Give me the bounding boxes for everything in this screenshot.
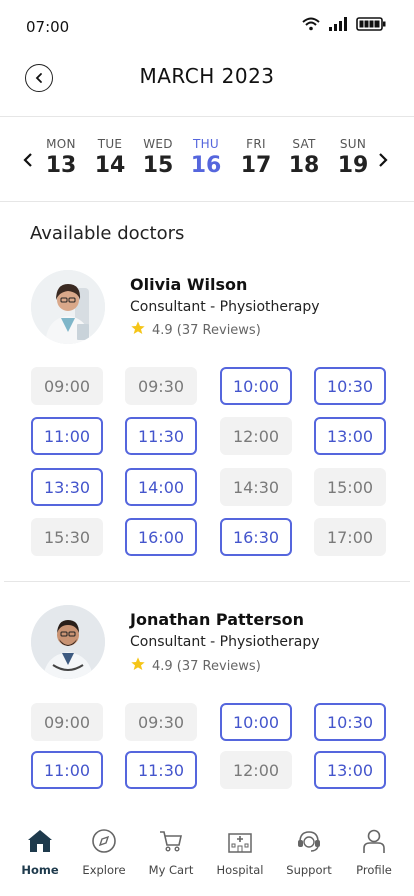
battery-icon — [356, 16, 386, 35]
time-slot-button: 15:00 — [314, 468, 386, 506]
date-number: 19 — [337, 153, 369, 178]
nav-item-home[interactable]: Home — [9, 828, 71, 877]
time-slot-button: 09:30 — [125, 367, 197, 405]
nav-label: Hospital — [216, 863, 264, 877]
signal-icon — [329, 16, 347, 35]
rating-text: 4.9 (37 Reviews) — [152, 658, 261, 674]
date-item-fri[interactable]: FRI 17 — [236, 137, 276, 178]
time-slot-button[interactable]: 16:00 — [125, 518, 197, 556]
star-icon — [130, 656, 146, 676]
time-slot-button[interactable]: 16:30 — [220, 518, 292, 556]
date-number: 13 — [45, 153, 77, 178]
nav-item-support[interactable]: Support — [278, 828, 340, 877]
date-item-sat[interactable]: SAT 18 — [284, 137, 324, 178]
date-day-label: WED — [143, 137, 173, 151]
doctor-rating: 4.9 (37 Reviews) — [130, 320, 261, 340]
next-week-button[interactable] — [377, 149, 389, 173]
time-slot-button: 09:30 — [125, 703, 197, 741]
nav-label: Explore — [82, 863, 126, 877]
header: MARCH 2023 — [0, 50, 414, 117]
nav-label: Home — [21, 863, 59, 877]
section-title: Available doctors — [30, 223, 185, 244]
wifi-icon — [302, 16, 320, 35]
time-slot-button[interactable]: 13:30 — [31, 468, 103, 506]
date-number: 17 — [240, 153, 272, 178]
nav-item-explore[interactable]: Explore — [73, 828, 135, 877]
compass-icon — [73, 828, 135, 854]
status-icons — [302, 16, 386, 35]
user-icon — [343, 828, 405, 854]
date-item-sun[interactable]: SUN 19 — [333, 137, 373, 178]
date-day-label: TUE — [97, 137, 123, 151]
time-slot-button[interactable]: 11:00 — [31, 417, 103, 455]
date-number: 16 — [190, 153, 222, 178]
nav-label: Support — [286, 863, 332, 877]
doctor-name: Olivia Wilson — [130, 275, 248, 294]
bottom-nav: Home Explore My Cart Hospital Support Profile — [0, 820, 414, 896]
time-slot-button: 14:30 — [220, 468, 292, 506]
doctor-rating: 4.9 (37 Reviews) — [130, 656, 261, 676]
nav-label: Profile — [356, 863, 392, 877]
time-slot-button: 09:00 — [31, 703, 103, 741]
doctor-specialty: Consultant - Physiotherapy — [130, 634, 320, 650]
time-slot-button[interactable]: 10:00 — [220, 703, 292, 741]
date-day-label: SUN — [339, 137, 367, 151]
date-day-label: FRI — [246, 137, 266, 151]
date-item-wed[interactable]: WED 15 — [138, 137, 178, 178]
date-item-mon[interactable]: MON 13 — [41, 137, 81, 178]
time-slot-button[interactable]: 14:00 — [125, 468, 197, 506]
date-day-label: MON — [46, 137, 76, 151]
doctor-specialty: Consultant - Physiotherapy — [130, 299, 320, 315]
hospital-icon — [209, 828, 271, 854]
prev-week-button[interactable] — [22, 149, 34, 173]
status-time: 07:00 — [26, 18, 70, 36]
time-slot-button: 09:00 — [31, 367, 103, 405]
time-slot-button: 15:30 — [31, 518, 103, 556]
rating-text: 4.9 (37 Reviews) — [152, 322, 261, 338]
divider — [4, 581, 410, 582]
date-day-label: SAT — [292, 137, 316, 151]
page-title: MARCH 2023 — [139, 64, 275, 88]
time-slot-button[interactable]: 10:00 — [220, 367, 292, 405]
date-day-label: THU — [192, 137, 220, 151]
nav-item-hospital[interactable]: Hospital — [209, 828, 271, 877]
time-slot-button[interactable]: 11:00 — [31, 751, 103, 789]
date-item-thu[interactable]: THU 16 — [186, 137, 226, 178]
doctor-avatar — [31, 605, 105, 679]
time-slot-button: 12:00 — [220, 417, 292, 455]
time-slot-button: 17:00 — [314, 518, 386, 556]
time-slot-button: 12:00 — [220, 751, 292, 789]
nav-item-my-cart[interactable]: My Cart — [140, 828, 202, 877]
doctor-avatar — [31, 270, 105, 344]
time-slot-button[interactable]: 13:00 — [314, 751, 386, 789]
status-bar: 07:00 — [0, 0, 414, 50]
doctor-name: Jonathan Patterson — [130, 610, 304, 629]
nav-item-profile[interactable]: Profile — [343, 828, 405, 877]
date-number: 15 — [142, 153, 174, 178]
cart-icon — [140, 828, 202, 854]
time-slot-button[interactable]: 11:30 — [125, 751, 197, 789]
date-item-tue[interactable]: TUE 14 — [90, 137, 130, 178]
star-icon — [130, 320, 146, 340]
date-number: 14 — [94, 153, 126, 178]
support-icon — [278, 828, 340, 854]
date-strip: MON 13 TUE 14 WED 15 THU 16 FRI 17 SAT 18 SUN 19 — [0, 117, 414, 202]
time-slot-button[interactable]: 13:00 — [314, 417, 386, 455]
nav-label: My Cart — [148, 863, 194, 877]
date-number: 18 — [288, 153, 320, 178]
time-slot-button[interactable]: 10:30 — [314, 703, 386, 741]
time-slot-button[interactable]: 10:30 — [314, 367, 386, 405]
time-slot-button[interactable]: 11:30 — [125, 417, 197, 455]
home-icon — [9, 828, 71, 854]
